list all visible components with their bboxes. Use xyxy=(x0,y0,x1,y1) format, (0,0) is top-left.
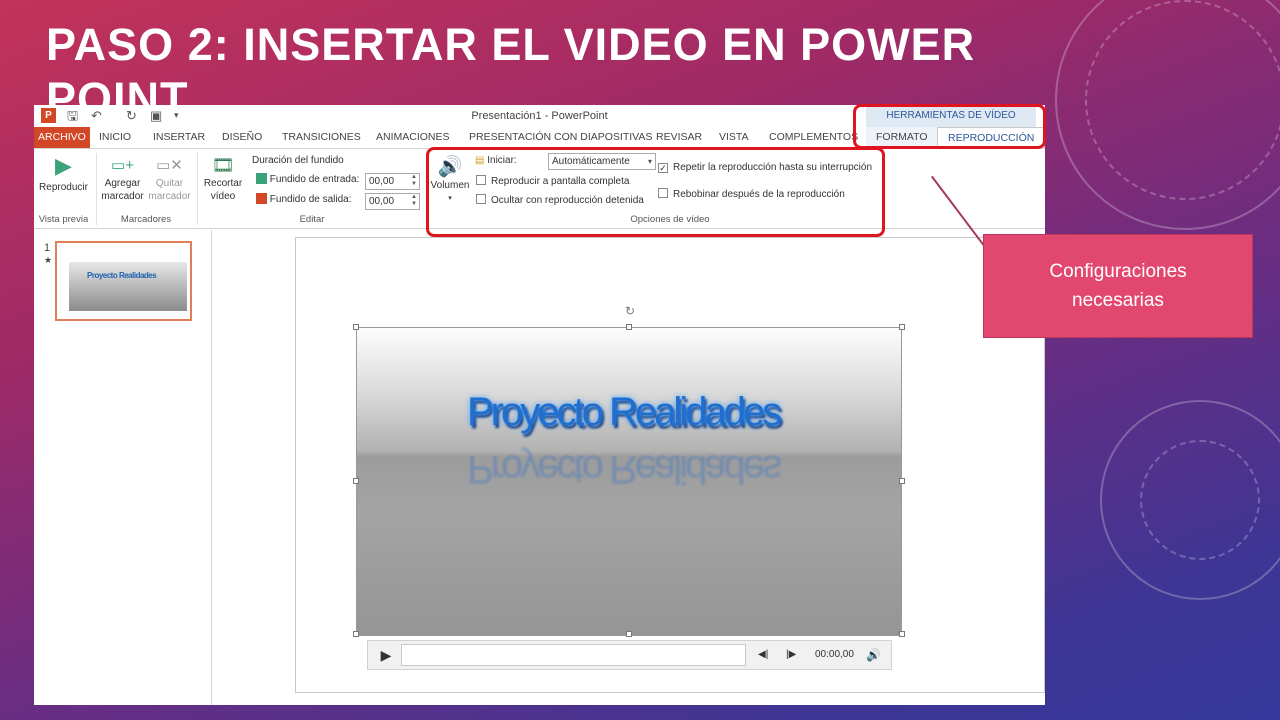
fade-out-icon xyxy=(256,193,267,204)
tab-transiciones[interactable]: TRANSICIONES xyxy=(282,127,361,148)
group-label-vista-previa: Vista previa xyxy=(38,214,89,225)
slide-number-text: 1 xyxy=(44,242,51,254)
resize-handle[interactable] xyxy=(899,324,905,330)
decorative-ring xyxy=(1085,0,1280,200)
resize-handle[interactable] xyxy=(899,631,905,637)
video-logo-reflection: Proyecto Realidades xyxy=(467,447,780,491)
fade-out-label: Fundido de salida: xyxy=(256,193,352,207)
resize-handle[interactable] xyxy=(626,324,632,330)
remove-bookmark-button[interactable]: ▭✕ Quitar marcador xyxy=(147,155,192,203)
add-bookmark-label-1: Agregar xyxy=(104,178,141,189)
step-back-icon[interactable]: ◀| xyxy=(758,647,768,663)
slide-editor: ↻ Proyecto Realidades Proyecto Realidade… xyxy=(213,230,1045,705)
video-frame[interactable]: Proyecto Realidades Proyecto Realidades xyxy=(356,327,902,636)
resize-handle[interactable] xyxy=(899,478,905,484)
fade-in-value: 00,00 xyxy=(369,176,395,187)
trim-video-label-1: Recortar xyxy=(203,178,243,189)
animation-star-icon: ★ xyxy=(44,255,53,265)
resize-handle[interactable] xyxy=(353,631,359,637)
group-label-editar: Editar xyxy=(299,214,325,225)
trim-video-icon: 🎞 xyxy=(211,155,235,175)
player-time: 00:00,00 xyxy=(815,649,854,660)
player-play-icon[interactable]: ▶ xyxy=(373,644,399,666)
play-label: Reproducir xyxy=(39,182,88,193)
trim-video-label-2: vídeo xyxy=(210,191,236,202)
remove-bookmark-label-2: marcador xyxy=(148,191,191,202)
ribbon-separator xyxy=(197,153,198,225)
tab-presentacion[interactable]: PRESENTACIÓN CON DIAPOSITIVAS xyxy=(469,127,652,148)
callout-box: Configuraciones necesarias xyxy=(983,234,1253,338)
video-logo-text: Proyecto Realidades xyxy=(467,390,782,434)
resize-handle[interactable] xyxy=(626,631,632,637)
add-bookmark-icon: ▭+ xyxy=(111,157,134,174)
highlight-video-tools-tabs xyxy=(853,104,1046,149)
tab-inicio[interactable]: INICIO xyxy=(99,127,131,148)
video-player-controls: ▶ ◀| |▶ 00:00,00 🔊 xyxy=(367,640,892,670)
resize-handle[interactable] xyxy=(353,478,359,484)
player-volume-icon[interactable]: 🔊 xyxy=(866,647,881,663)
tab-vista[interactable]: VISTA xyxy=(719,127,749,148)
resize-handle[interactable] xyxy=(353,324,359,330)
remove-bookmark-icon: ▭✕ xyxy=(156,157,183,174)
step-forward-icon[interactable]: |▶ xyxy=(786,647,796,663)
spinner-arrows-icon[interactable]: ▲ ▼ xyxy=(411,174,417,188)
group-label-marcadores: Marcadores xyxy=(120,214,172,225)
play-button[interactable]: ▶ Reproducir xyxy=(37,153,90,194)
player-seek-bar[interactable] xyxy=(401,644,746,666)
fade-out-text: Fundido de salida: xyxy=(269,194,352,205)
fade-in-label: Fundido de entrada: xyxy=(256,173,359,187)
tab-complementos[interactable]: COMPLEMENTOS xyxy=(769,127,858,148)
tab-diseno[interactable]: DISEÑO xyxy=(222,127,262,148)
fade-duration-label: Duración del fundido xyxy=(252,155,344,166)
fade-in-text: Fundido de entrada: xyxy=(269,174,360,185)
trim-video-button[interactable]: 🎞 Recortar vídeo xyxy=(200,153,246,203)
ribbon-separator xyxy=(96,153,97,225)
tab-insertar[interactable]: INSERTAR xyxy=(153,127,205,148)
slide-number: 1 ★ xyxy=(44,242,52,266)
tab-archivo[interactable]: ARCHIVO xyxy=(34,127,90,148)
remove-bookmark-label-1: Quitar xyxy=(155,178,184,189)
decorative-ring xyxy=(1140,440,1260,560)
spinner-arrows-icon[interactable]: ▲ ▼ xyxy=(411,194,417,208)
tab-revisar[interactable]: REVISAR xyxy=(656,127,702,148)
fade-in-icon xyxy=(256,173,267,184)
highlight-video-options xyxy=(426,147,885,237)
fade-out-input[interactable]: 00,00 ▲ ▼ xyxy=(365,193,420,210)
add-bookmark-button[interactable]: ▭+ Agregar marcador xyxy=(100,155,145,203)
thumbnail-text: Proyecto Realidades xyxy=(87,271,157,280)
rotate-handle-icon[interactable]: ↻ xyxy=(625,304,635,318)
tab-animaciones[interactable]: ANIMACIONES xyxy=(376,127,450,148)
play-icon: ▶ xyxy=(55,153,72,178)
add-bookmark-label-2: marcador xyxy=(101,191,144,202)
fade-in-input[interactable]: 00,00 ▲ ▼ xyxy=(365,173,420,190)
slide-thumbnails-pane: 1 ★ Proyecto Realidades xyxy=(34,230,212,705)
slide-thumbnail[interactable]: Proyecto Realidades xyxy=(55,241,192,321)
fade-out-value: 00,00 xyxy=(369,196,395,207)
callout-text: Configuraciones necesarias xyxy=(1049,261,1187,311)
thumbnail-video-image: Proyecto Realidades xyxy=(69,262,187,311)
